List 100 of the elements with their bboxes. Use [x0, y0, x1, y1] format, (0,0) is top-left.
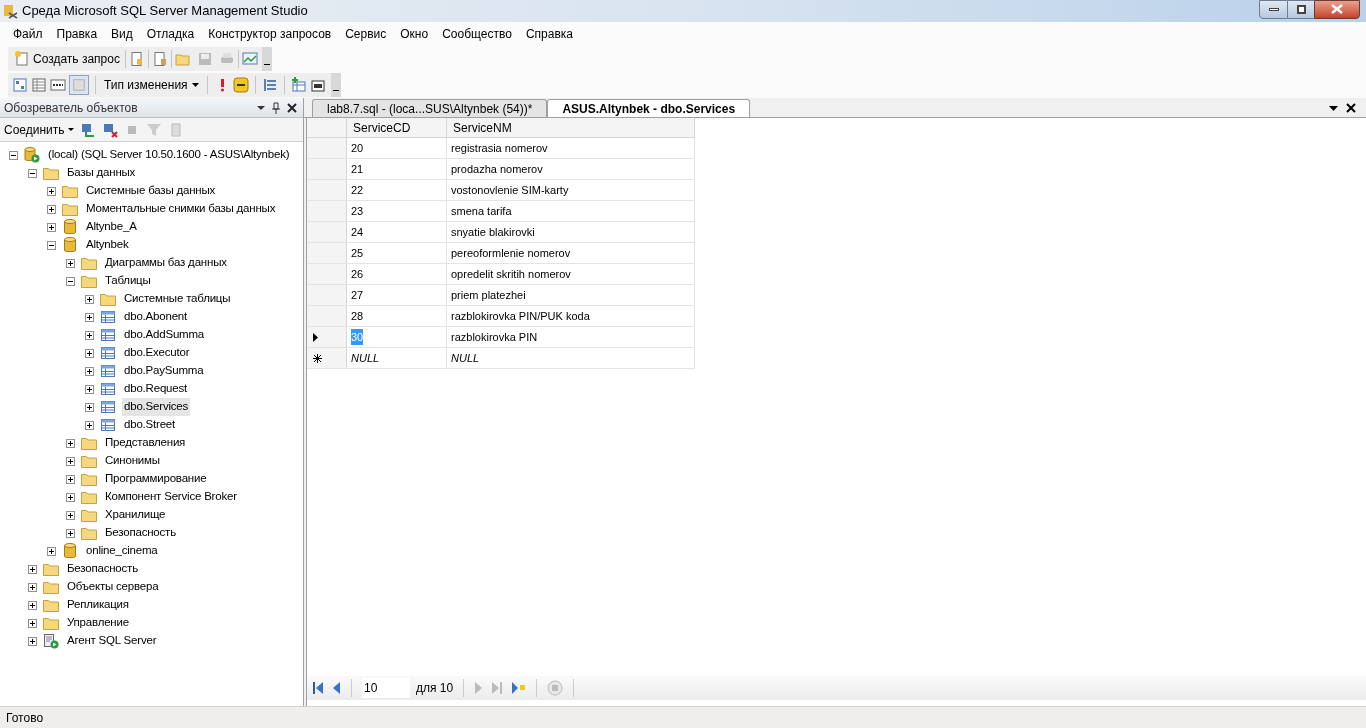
menu-item[interactable]: Окно: [393, 25, 436, 43]
expand-toggle[interactable]: [47, 204, 56, 214]
tree-item[interactable]: Базы данных: [65, 164, 138, 182]
tree-item[interactable]: Altynbe_A: [84, 218, 139, 236]
diagram-pane-icon[interactable]: [12, 77, 28, 93]
tree-item[interactable]: Диаграммы баз данных: [103, 254, 229, 272]
expand-toggle[interactable]: [28, 564, 37, 574]
folder-icon: [43, 616, 59, 630]
row-header[interactable]: [307, 327, 347, 347]
menu-item[interactable]: Вид: [104, 25, 140, 43]
close-icon[interactable]: [287, 102, 297, 113]
tree-item[interactable]: Безопасность: [103, 524, 178, 542]
expand-toggle[interactable]: [66, 492, 75, 502]
tree-item[interactable]: Синонимы: [103, 452, 162, 470]
expand-toggle[interactable]: [85, 420, 94, 430]
collapse-toggle[interactable]: [47, 240, 56, 250]
menu-item[interactable]: Сервис: [338, 25, 394, 43]
column-header[interactable]: ServiceNM: [447, 118, 695, 137]
results-pane-toggle[interactable]: [69, 75, 89, 95]
overflow-icon[interactable]: [332, 90, 339, 94]
expand-toggle[interactable]: [85, 294, 94, 304]
tree-item[interactable]: online_cinema: [84, 542, 160, 560]
expand-toggle[interactable]: [85, 366, 94, 376]
tree-item[interactable]: dbo.Services: [122, 398, 191, 416]
close-icon[interactable]: [1346, 103, 1356, 113]
disconnect-icon[interactable]: [101, 121, 118, 138]
document-tab[interactable]: ASUS.Altynbek - dbo.Services: [547, 99, 751, 117]
expand-toggle[interactable]: [66, 528, 75, 538]
tree-item[interactable]: dbo.Request: [122, 380, 189, 398]
document-icon[interactable]: [151, 51, 168, 67]
expand-toggle[interactable]: [47, 222, 56, 232]
connect-dropdown[interactable]: Соединить: [4, 120, 74, 139]
expand-toggle[interactable]: [85, 402, 94, 412]
expand-toggle[interactable]: [66, 474, 75, 484]
tree-item[interactable]: Безопасность: [65, 560, 140, 578]
overflow-icon[interactable]: [263, 64, 270, 68]
expand-toggle[interactable]: [66, 258, 75, 268]
tree-item[interactable]: Объекты сервера: [65, 578, 161, 596]
tree-item[interactable]: Представления: [103, 434, 188, 452]
record-number-field[interactable]: 10: [362, 678, 410, 698]
expand-toggle[interactable]: [66, 456, 75, 466]
expand-toggle[interactable]: [85, 330, 94, 340]
expand-toggle[interactable]: [85, 384, 94, 394]
row-header[interactable]: [307, 348, 347, 368]
menu-item[interactable]: Справка: [518, 25, 580, 43]
collapse-toggle[interactable]: [28, 168, 37, 178]
close-icon: [1331, 4, 1343, 14]
dropdown-arrow-icon[interactable]: [1329, 105, 1338, 111]
previous-record-icon[interactable]: [333, 682, 341, 694]
new-query-button[interactable]: Создать запрос: [12, 50, 122, 68]
expand-toggle[interactable]: [28, 582, 37, 592]
tree-item[interactable]: Моментальные снимки базы данных: [84, 200, 278, 218]
column-header[interactable]: ServiceCD: [347, 118, 447, 137]
tree-item[interactable]: dbo.Executor: [122, 344, 192, 362]
expand-toggle[interactable]: [66, 510, 75, 520]
expand-toggle[interactable]: [47, 186, 56, 196]
tree-item[interactable]: Хранилище: [103, 506, 168, 524]
collapse-toggle[interactable]: [66, 276, 75, 286]
menu-item[interactable]: Сообщество: [435, 25, 519, 43]
expand-toggle[interactable]: [85, 348, 94, 358]
dropdown-arrow-icon[interactable]: [257, 105, 265, 110]
document-tab[interactable]: lab8.7.sql - (loca...SUS\Altynbek (54))*: [312, 99, 548, 117]
tree-item[interactable]: Репликация: [65, 596, 131, 614]
tree-item[interactable]: Программирование: [103, 470, 209, 488]
list-icon[interactable]: [261, 77, 278, 93]
chart-icon[interactable]: [241, 51, 258, 67]
change-type-dropdown[interactable]: Тип изменения: [102, 76, 201, 94]
tree-item[interactable]: Системные базы данных: [84, 182, 218, 200]
tree-item[interactable]: (local) (SQL Server 10.50.1600 - ASUS\Altynbek): [46, 146, 292, 164]
tree-item[interactable]: Агент SQL Server: [65, 632, 159, 650]
menu-item[interactable]: Файл: [6, 25, 50, 43]
collapse-toggle[interactable]: [9, 150, 18, 160]
menu-item[interactable]: Отладка: [139, 25, 202, 43]
new-record-icon[interactable]: [512, 682, 527, 694]
database-file-icon[interactable]: [128, 51, 145, 67]
expand-toggle[interactable]: [28, 636, 37, 646]
tree-item[interactable]: Компонент Service Broker: [103, 488, 239, 506]
new-document-icon: [14, 51, 30, 67]
expand-toggle[interactable]: [85, 312, 94, 322]
expand-toggle[interactable]: [47, 546, 56, 556]
first-record-icon[interactable]: [313, 682, 323, 694]
tree-item[interactable]: dbo.AddSumma: [122, 326, 207, 344]
tree-item[interactable]: dbo.Street: [122, 416, 178, 434]
minimize-button[interactable]: [1259, 0, 1288, 19]
sql-pane-icon[interactable]: [50, 77, 66, 93]
tree-item[interactable]: dbo.PaySumma: [122, 362, 206, 380]
tree-item[interactable]: Системные таблицы: [122, 290, 233, 308]
expand-toggle[interactable]: [28, 600, 37, 610]
tree-item[interactable]: Altynbek: [84, 236, 131, 254]
menu-item[interactable]: Правка: [49, 25, 105, 43]
pin-icon[interactable]: [271, 101, 281, 114]
restore-button[interactable]: [1288, 0, 1314, 19]
close-button[interactable]: [1314, 0, 1360, 19]
tree-item[interactable]: Управление: [65, 614, 131, 632]
connect-icon[interactable]: [79, 121, 96, 138]
expand-toggle[interactable]: [66, 438, 75, 448]
tree-item[interactable]: dbo.Abonent: [122, 308, 190, 326]
menu-item[interactable]: Конструктор запросов: [201, 25, 339, 43]
tree-item[interactable]: Таблицы: [103, 272, 153, 290]
expand-toggle[interactable]: [28, 618, 37, 628]
